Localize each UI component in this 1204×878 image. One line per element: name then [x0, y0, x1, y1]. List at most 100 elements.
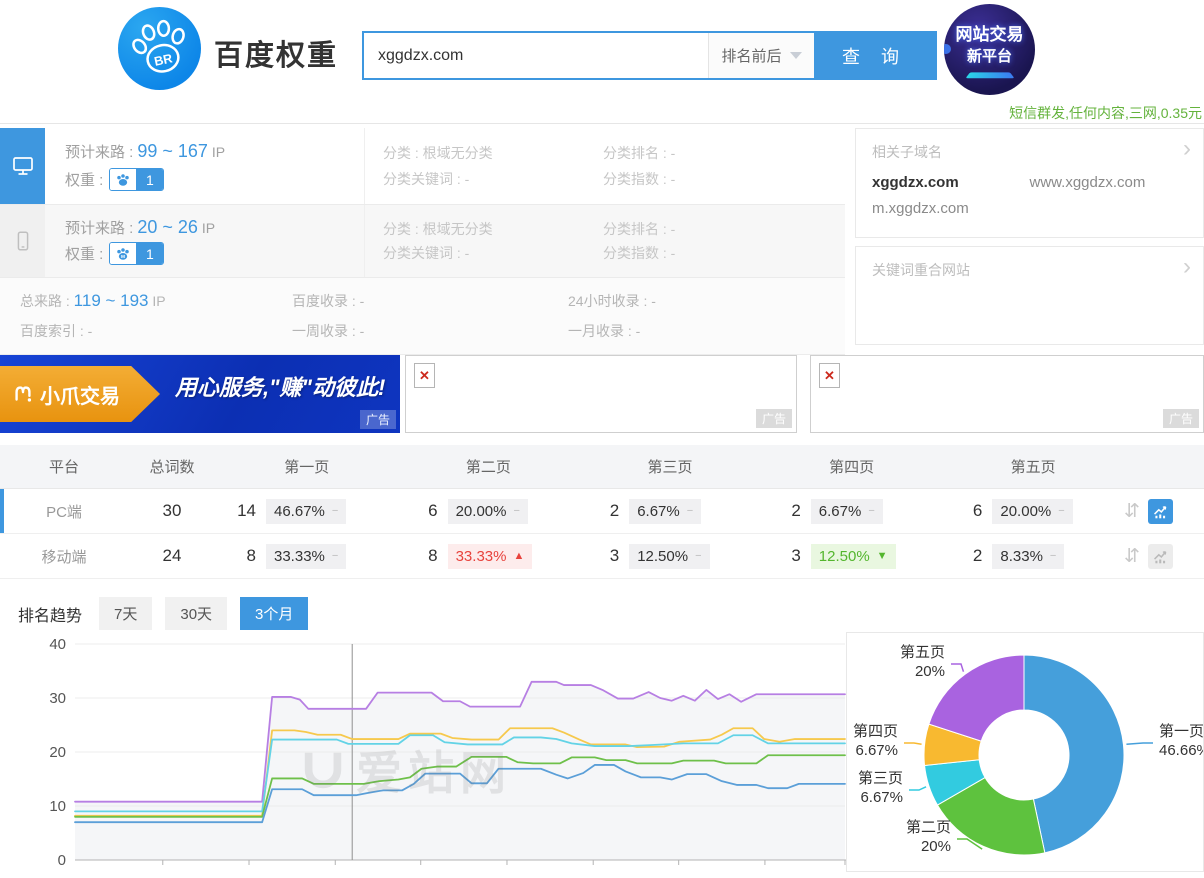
total-traffic-value: 119 ~ 193	[74, 291, 149, 310]
paw-icon	[110, 169, 136, 190]
donut-label-name: 第一页	[1159, 722, 1203, 740]
page-distribution-donut-panel: 第一页46.66%第二页20%第三页6.67%第四页6.67%第五页20%	[846, 632, 1204, 872]
baidu-mobile-weight-badge[interactable]: M 1	[109, 242, 164, 265]
page1-pct-badge: 33.33%−	[266, 544, 346, 569]
included-week-label: 一周收录 :	[292, 323, 356, 339]
page1-count: 8	[216, 546, 256, 566]
baidu-weight-page: { "header": { "logo_text": "BR", "title"…	[0, 0, 1204, 873]
page-title: 百度权重	[214, 32, 338, 74]
ad-banner-xiaozhua[interactable]: 小爪交易 用心服务,"赚"动彼此! 广告	[0, 355, 400, 433]
tab-3months[interactable]: 3个月	[240, 597, 308, 630]
traffic-label: 预计来路 :	[65, 217, 133, 238]
chart-area-fill	[75, 682, 845, 860]
col-page5: 第五页	[942, 456, 1124, 477]
weight-value: 1	[136, 169, 163, 190]
table-row-pc[interactable]: PC端 30 1446.67%− 620.00%− 26.67%− 26.67%…	[0, 489, 1204, 534]
trend-flat-icon: −	[332, 550, 338, 562]
overview-panel: 预计来路 : 99 ~ 167 IP 权重 : 1 分类 : 根域无分类 分类关…	[0, 128, 845, 355]
trend-flat-icon: −	[695, 550, 701, 562]
trend-label: 排名趋势	[18, 602, 82, 626]
sms-promo-link[interactable]: 短信群发,任何内容,三网,0.35元	[1009, 103, 1202, 123]
total-traffic-label: 总来路 :	[20, 293, 70, 309]
page5-count: 2	[942, 546, 982, 566]
chevron-right-icon[interactable]: ›	[1183, 255, 1191, 279]
page5-pct-badge: 8.33%−	[992, 544, 1064, 569]
domain-search-input[interactable]	[364, 33, 708, 78]
ad-slogan: 用心服务,"赚"动彼此!	[175, 375, 390, 401]
trend-down-icon: ▼	[877, 550, 888, 562]
broken-image-icon: ✕	[819, 363, 840, 388]
charts-section: 010203040 爱站网 第一页46.66%第二页20%第三页6.67%第四页…	[0, 632, 1204, 873]
category-text: 分类 : 根域无分类	[383, 143, 585, 163]
side-panels: 相关子域名 › xggdzx.com www.xggdzx.com m.xggd…	[855, 128, 1204, 345]
baidu-weight-badge[interactable]: 1	[109, 168, 164, 191]
tab-7days[interactable]: 7天	[99, 597, 152, 630]
phone-icon	[12, 229, 34, 253]
main-domain-link[interactable]: xggdzx.com	[872, 174, 1030, 191]
ad-tag: 广告	[756, 409, 792, 428]
m-subdomain-link[interactable]: m.xggdzx.com	[872, 200, 1030, 217]
donut-label-name: 第二页	[906, 818, 951, 836]
included-month-value: -	[636, 323, 641, 339]
trend-flat-icon: −	[1058, 505, 1064, 517]
col-page2: 第二页	[398, 456, 580, 477]
ad-brand-name: 小爪交易	[40, 380, 120, 409]
donut-leader-line	[909, 787, 926, 790]
rank-order-label: 排名前后	[721, 45, 781, 66]
included-week-value: -	[360, 323, 365, 339]
weight-label: 权重 :	[65, 169, 103, 190]
ad-placeholder-1[interactable]: ✕ 广告	[405, 355, 797, 433]
ad-placeholder-2[interactable]: ✕ 广告	[810, 355, 1204, 433]
search-bar: 排名前后 查 询	[362, 31, 937, 80]
traffic-range: 20 ~ 26	[137, 217, 198, 238]
paw-m-icon: M	[110, 243, 136, 264]
ad-brand-ribbon: 小爪交易	[0, 366, 160, 422]
trend-up-icon: ▲	[513, 550, 524, 562]
badge-line1: 网站交易	[956, 20, 1024, 45]
www-subdomain-link[interactable]: www.xggdzx.com	[1030, 174, 1188, 191]
trend-line-chart: 010203040	[0, 632, 846, 873]
weight-value: 1	[136, 243, 163, 264]
overview-row-mobile: 预计来路 : 20 ~ 26 IP 权重 : M 1 分类 : 根域无分类 分类…	[0, 205, 845, 278]
included-24h-value: -	[651, 293, 656, 309]
baidu-index-value: -	[88, 323, 93, 339]
traffic-range: 99 ~ 167	[137, 141, 208, 162]
sort-arrows-icon[interactable]: ⇵	[1124, 500, 1140, 523]
rank-order-dropdown[interactable]: 排名前后	[708, 33, 814, 78]
donut-label-pct: 46.66%	[1159, 742, 1203, 759]
query-button[interactable]: 查 询	[814, 33, 935, 78]
trend-section-header: 排名趋势 7天 30天 3个月	[18, 597, 308, 630]
site-trade-badge[interactable]: 网站交易 新平台	[944, 4, 1035, 95]
paw-logo-icon: BR	[129, 18, 191, 80]
svg-text:M: M	[121, 254, 125, 260]
trend-flat-icon: −	[513, 505, 519, 517]
col-page4: 第四页	[761, 456, 943, 477]
overview-row-pc: 预计来路 : 99 ~ 167 IP 权重 : 1 分类 : 根域无分类 分类关…	[0, 128, 845, 205]
chevron-right-icon[interactable]: ›	[1183, 137, 1191, 161]
page4-count: 3	[761, 546, 801, 566]
totals-panel: 总来路 : 119 ~ 193 IP 百度收录 : - 24小时收录 : - 百…	[0, 278, 845, 355]
category-rank-text: 分类排名 : -	[603, 143, 845, 163]
category-keyword-text: 分类关键词 : -	[383, 243, 585, 263]
page2-pct-badge: 33.33%▲	[448, 544, 533, 569]
pc-tab[interactable]	[0, 128, 45, 204]
keyword-overlap-title: 关键词重合网站	[872, 260, 1187, 280]
y-tick-label: 30	[49, 690, 66, 707]
mobile-tab[interactable]	[0, 205, 45, 277]
badge-platform-icon	[965, 72, 1014, 78]
donut-label-name: 第三页	[858, 769, 903, 787]
y-tick-label: 20	[49, 744, 66, 761]
trend-flat-icon: −	[687, 505, 693, 517]
col-total-words: 总词数	[128, 456, 216, 477]
table-row-mobile[interactable]: 移动端 24 833.33%− 833.33%▲ 312.50%− 312.50…	[0, 534, 1204, 579]
category-keyword-text: 分类关键词 : -	[383, 169, 585, 189]
tab-30days[interactable]: 30天	[165, 597, 227, 630]
sort-arrows-icon[interactable]: ⇵	[1124, 545, 1140, 568]
badge-line2: 新平台	[967, 45, 1012, 66]
category-index-text: 分类指数 : -	[603, 169, 845, 189]
chart-toggle-icon[interactable]	[1148, 544, 1173, 569]
included-month-label: 一月收录 :	[568, 323, 632, 339]
baidu-included-label: 百度收录 :	[292, 293, 356, 309]
chart-toggle-icon[interactable]	[1148, 499, 1173, 524]
included-24h-label: 24小时收录 :	[568, 293, 647, 309]
